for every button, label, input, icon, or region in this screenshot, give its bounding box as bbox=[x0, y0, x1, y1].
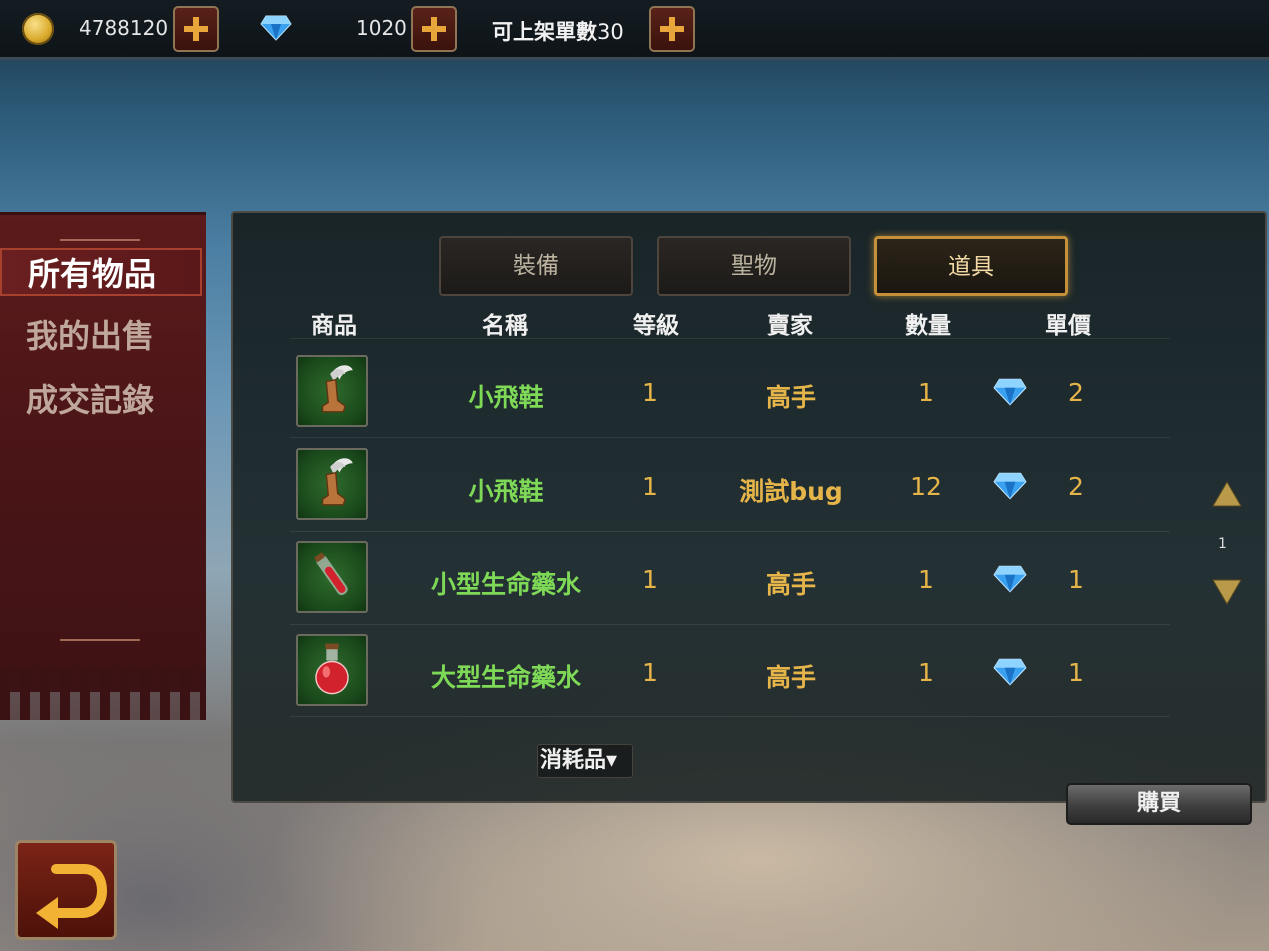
diamond-icon bbox=[993, 658, 1027, 686]
table-row[interactable]: 大型生命藥水 1 高手 1 1 bbox=[0, 626, 1269, 718]
table-row[interactable]: 小飛鞋 1 測試bug 12 2 bbox=[0, 440, 1269, 532]
item-name: 小型生命藥水 bbox=[430, 570, 581, 599]
header-seller: 賣家 bbox=[767, 313, 813, 339]
tab-equipment[interactable]: 裝備 bbox=[439, 236, 633, 296]
row-divider bbox=[290, 338, 1170, 339]
scroll-down-arrow-icon[interactable] bbox=[1212, 578, 1242, 606]
item-quantity: 1 bbox=[918, 378, 934, 407]
item-unit-price: 1 bbox=[1068, 658, 1084, 687]
gold-coin-icon bbox=[22, 13, 54, 45]
item-seller: 高手 bbox=[765, 663, 816, 692]
back-button[interactable] bbox=[15, 840, 117, 940]
item-name: 小飛鞋 bbox=[468, 383, 544, 412]
winged-boots-icon bbox=[296, 448, 368, 520]
item-quantity: 12 bbox=[910, 472, 942, 501]
large-potion-icon bbox=[296, 634, 368, 706]
category-filter-dropdown[interactable]: 消耗品▾ bbox=[537, 744, 633, 778]
item-unit-price: 2 bbox=[1068, 472, 1084, 501]
diamond-icon bbox=[993, 565, 1027, 593]
diamond-amount: 1020 bbox=[356, 16, 407, 40]
listing-slots-label: 可上架單數30 bbox=[492, 20, 624, 44]
add-gold-button[interactable] bbox=[173, 6, 219, 52]
table-row[interactable]: 小飛鞋 1 高手 1 2 bbox=[0, 346, 1269, 438]
item-level: 1 bbox=[642, 565, 658, 594]
header-product: 商品 bbox=[311, 313, 357, 339]
item-name: 大型生命藥水 bbox=[430, 663, 581, 692]
diamond-icon bbox=[993, 472, 1027, 500]
top-resource-bar: 4788120 1020 可上架單數30 bbox=[0, 0, 1269, 60]
add-diamond-button[interactable] bbox=[411, 6, 457, 52]
item-level: 1 bbox=[642, 472, 658, 501]
header-level: 等級 bbox=[633, 313, 679, 339]
diamond-icon bbox=[993, 378, 1027, 406]
item-quantity: 1 bbox=[918, 565, 934, 594]
buy-button[interactable]: 購買 bbox=[1066, 783, 1252, 825]
tab-items[interactable]: 道具 bbox=[874, 236, 1068, 296]
item-name: 小飛鞋 bbox=[468, 477, 544, 506]
header-quantity: 數量 bbox=[905, 313, 951, 339]
small-potion-icon bbox=[296, 541, 368, 613]
item-unit-price: 1 bbox=[1068, 565, 1084, 594]
scroll-up-arrow-icon[interactable] bbox=[1212, 480, 1242, 508]
gold-amount: 4788120 bbox=[79, 16, 169, 40]
item-seller: 測試bug bbox=[739, 477, 843, 506]
item-seller: 高手 bbox=[765, 570, 816, 599]
item-level: 1 bbox=[642, 378, 658, 407]
return-arrow-icon bbox=[36, 864, 108, 929]
header-name: 名稱 bbox=[482, 313, 528, 339]
listing-slots-count: 30 bbox=[597, 20, 624, 44]
banner-ornament bbox=[60, 239, 140, 241]
winged-boots-icon bbox=[296, 355, 368, 427]
diamond-icon bbox=[260, 15, 292, 41]
item-seller: 高手 bbox=[765, 383, 816, 412]
tab-relics[interactable]: 聖物 bbox=[657, 236, 851, 296]
sidebar-item-all-items[interactable]: 所有物品 bbox=[0, 248, 202, 296]
header-unit-price: 單價 bbox=[1045, 313, 1091, 339]
item-unit-price: 2 bbox=[1068, 378, 1084, 407]
item-quantity: 1 bbox=[918, 658, 934, 687]
item-level: 1 bbox=[642, 658, 658, 687]
page-number: 1 bbox=[1218, 536, 1227, 552]
add-listing-slots-button[interactable] bbox=[649, 6, 695, 52]
table-row[interactable]: 小型生命藥水 1 高手 1 1 bbox=[0, 533, 1269, 625]
